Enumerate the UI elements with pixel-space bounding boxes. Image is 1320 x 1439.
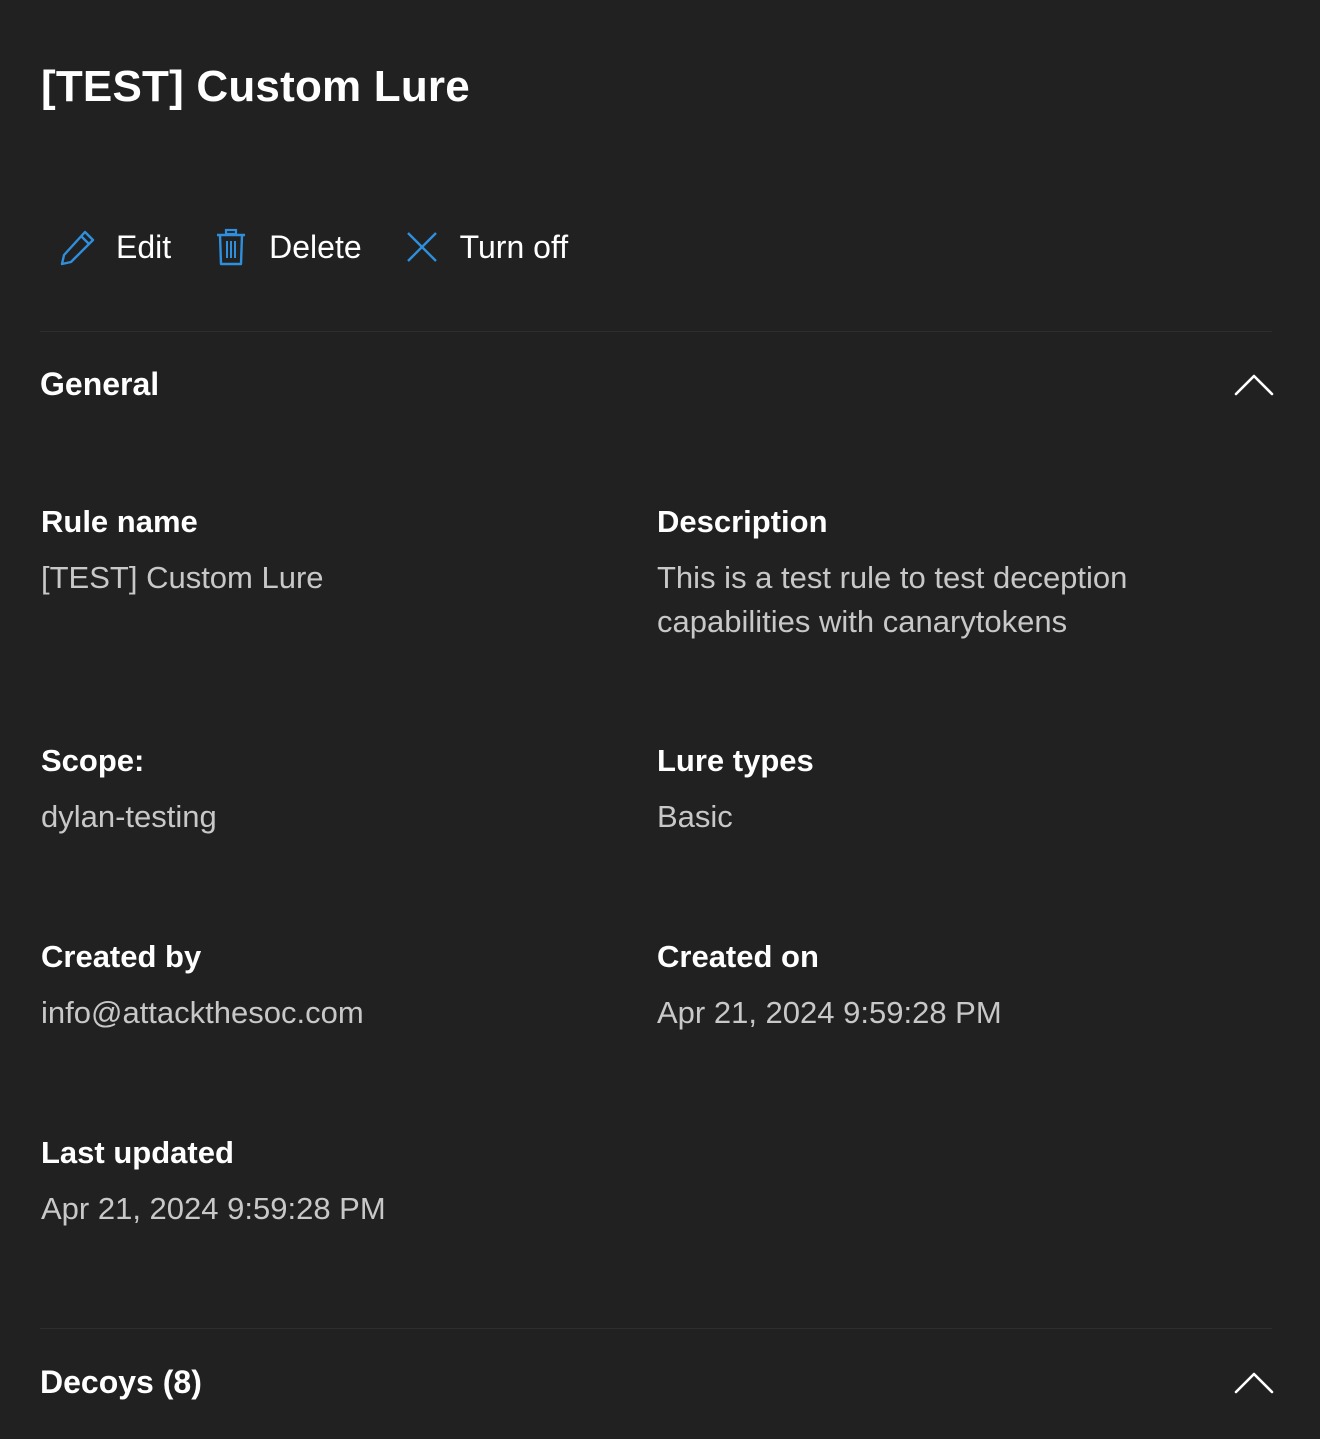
delete-button[interactable]: Delete	[211, 222, 362, 272]
edit-button[interactable]: Edit	[58, 222, 171, 272]
field-last-updated: Last updated Apr 21, 2024 9:59:28 PM	[41, 1133, 621, 1231]
turn-off-label: Turn off	[459, 228, 569, 265]
divider	[40, 1328, 1272, 1329]
field-description: Description This is a test rule to test …	[657, 502, 1237, 644]
edit-label: Edit	[116, 228, 172, 265]
field-lure-types: Lure types Basic	[657, 741, 1237, 839]
field-rule-name: Rule name [TEST] Custom Lure	[41, 502, 621, 600]
field-value: This is a test rule to test deception ca…	[657, 560, 1128, 639]
divider	[40, 331, 1272, 332]
field-label: Scope:	[41, 743, 145, 778]
close-icon	[402, 227, 442, 267]
field-value: Basic	[657, 799, 733, 834]
field-label: Description	[657, 504, 828, 539]
field-label: Created on	[657, 939, 819, 974]
field-value: Apr 21, 2024 9:59:28 PM	[41, 1191, 386, 1226]
field-created-on: Created on Apr 21, 2024 9:59:28 PM	[657, 937, 1237, 1035]
trash-icon	[211, 227, 251, 267]
general-section-title: General	[40, 365, 160, 402]
page-title: [TEST] Custom Lure	[41, 62, 470, 111]
field-label: Rule name	[41, 504, 198, 539]
chevron-up-icon[interactable]	[1232, 1367, 1276, 1397]
decoys-section-title: Decoys (8)	[40, 1363, 202, 1400]
field-created-by: Created by info@attackthesoc.com	[41, 937, 621, 1035]
field-label: Created by	[41, 939, 202, 974]
chevron-up-icon[interactable]	[1232, 369, 1276, 399]
decoys-section-header[interactable]: Decoys (8)	[40, 1357, 1276, 1407]
field-label: Last updated	[41, 1135, 234, 1170]
turn-off-button[interactable]: Turn off	[402, 222, 569, 272]
general-section-header[interactable]: General	[40, 359, 1276, 409]
field-scope: Scope: dylan-testing	[41, 741, 621, 839]
field-value: info@attackthesoc.com	[41, 995, 364, 1030]
lure-rule-details-panel: [TEST] Custom Lure Edit Delete Turn off …	[0, 0, 1320, 1439]
pencil-icon	[58, 227, 98, 267]
field-value: dylan-testing	[41, 799, 217, 834]
delete-label: Delete	[269, 228, 362, 265]
field-value: Apr 21, 2024 9:59:28 PM	[657, 995, 1002, 1030]
command-bar: Edit Delete Turn off	[58, 222, 568, 272]
field-label: Lure types	[657, 743, 814, 778]
field-value: [TEST] Custom Lure	[41, 560, 324, 595]
